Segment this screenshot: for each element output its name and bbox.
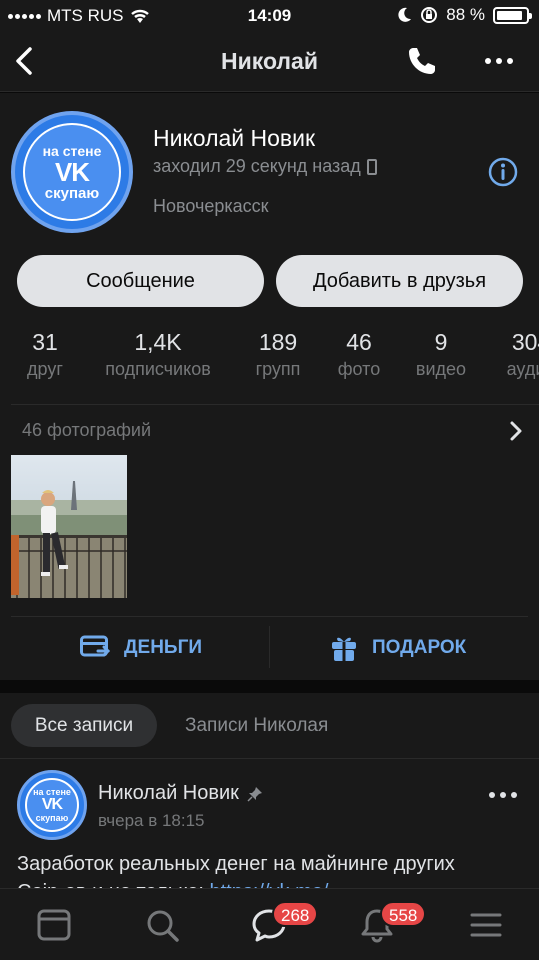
notifications-badge: 558 <box>380 901 427 927</box>
money-transfer-icon <box>80 635 110 657</box>
counter-followers[interactable]: 1,4K подписчиков <box>93 329 223 380</box>
post-author[interactable]: Николай Новик <box>98 782 263 805</box>
bottom-tab-bar: 268 558 <box>0 888 539 960</box>
money-button[interactable]: ДЕНЬГИ <box>80 629 202 667</box>
battery-percent: 88 % <box>446 5 485 24</box>
photos-section-title[interactable]: 46 фотографий <box>22 420 151 441</box>
counter-value: 304 <box>511 329 539 355</box>
online-status: заходил 29 секунд назад <box>153 156 377 177</box>
post-text-line1: Заработок реальных денег на майнинге дру… <box>17 853 455 875</box>
divider <box>11 616 528 617</box>
counter-label: друг <box>27 359 63 379</box>
counter-audio[interactable]: 304 аудио <box>496 329 539 380</box>
avatar[interactable]: на стене VK скупаю <box>11 111 133 233</box>
avatar-logo: на стене VK скупаю <box>23 123 121 221</box>
post-date: вчера в 18:15 <box>98 811 205 830</box>
navigation-bar: Николай <box>0 32 539 92</box>
counter-label: видео <box>415 359 467 379</box>
counter-label: аудио <box>506 359 539 379</box>
profile-name: Николай Новик <box>153 125 316 151</box>
counter-groups[interactable]: 189 групп <box>245 329 311 380</box>
tab-own-posts[interactable]: Записи Николая <box>185 715 328 737</box>
photo-thumbnail[interactable] <box>11 455 127 598</box>
avatar-logo: на стене VK скупаю <box>25 778 79 832</box>
counter-friends[interactable]: 31 друг <box>18 329 72 380</box>
news-icon[interactable] <box>36 907 72 943</box>
menu-icon[interactable] <box>468 907 504 943</box>
counter-label: подписчиков <box>105 359 211 379</box>
avatar-text-bottom: скупаю <box>35 813 69 823</box>
avatar-text-logo: VK <box>54 156 90 187</box>
avatar-text-logo: VK <box>41 796 63 813</box>
more-icon[interactable] <box>482 46 516 76</box>
divider <box>0 758 539 759</box>
tab-all-posts[interactable]: Все записи <box>11 704 157 747</box>
profile-card: на стене VK скупаю Николай Новик заходил… <box>0 93 539 680</box>
gift-label: ПОДАРОК <box>372 637 467 658</box>
status-bar: MTS RUS 14:09 88 % <box>0 0 539 32</box>
messages-badge: 268 <box>272 901 319 927</box>
phone-icon[interactable] <box>405 44 439 78</box>
avatar-text-bottom: скупаю <box>44 184 100 202</box>
vertical-divider <box>269 626 270 668</box>
message-button[interactable]: Сообщение <box>17 255 264 307</box>
counter-label: фото <box>337 359 381 379</box>
gift-button[interactable]: ПОДАРОК <box>330 629 466 667</box>
mobile-icon <box>366 158 377 175</box>
online-status-text: заходил 29 секунд назад <box>153 156 361 176</box>
add-friend-button[interactable]: Добавить в друзья <box>276 255 523 307</box>
post-avatar[interactable]: на стене VK скупаю <box>17 770 87 840</box>
money-label: ДЕНЬГИ <box>124 637 203 658</box>
counter-videos[interactable]: 9 видео <box>408 329 474 380</box>
counter-value: 9 <box>434 329 448 355</box>
pin-icon <box>247 786 262 802</box>
moon-icon <box>398 7 412 22</box>
counter-value: 31 <box>32 329 58 355</box>
info-icon[interactable] <box>487 156 519 188</box>
profile-city: Новочеркасск <box>153 196 269 216</box>
battery-icon <box>493 6 532 24</box>
divider <box>11 404 539 405</box>
counter-label: групп <box>255 359 301 379</box>
counter-photos[interactable]: 46 фото <box>330 329 388 380</box>
counter-value: 46 <box>346 329 372 355</box>
chevron-right-icon[interactable] <box>506 419 526 443</box>
photo-image <box>11 455 127 598</box>
post-author-name: Николай Новик <box>98 782 239 804</box>
counter-value: 1,4K <box>134 329 182 355</box>
counters-row: 31 друг 1,4K подписчиков 189 групп 46 фото 9… <box>0 329 539 379</box>
rotation-lock-icon <box>421 7 438 23</box>
counter-value: 189 <box>258 329 298 355</box>
gift-icon <box>332 637 356 661</box>
search-icon[interactable] <box>144 907 180 943</box>
page-title: Николай <box>221 48 318 74</box>
status-indicators: 88 % <box>398 5 532 25</box>
post-more-icon[interactable] <box>488 791 518 799</box>
